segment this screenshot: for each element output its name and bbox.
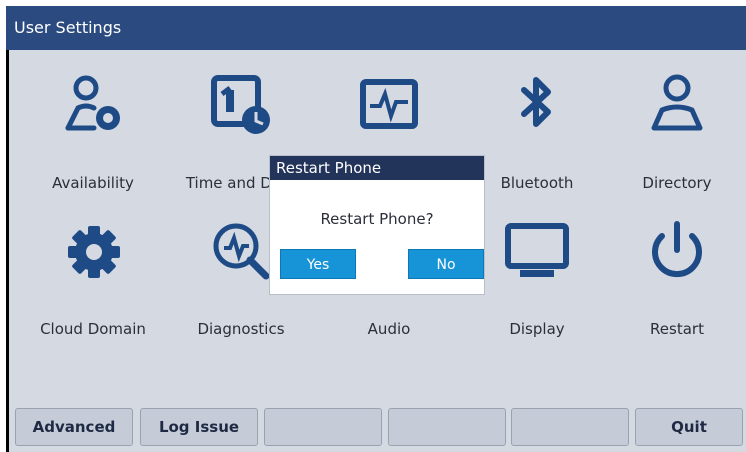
tile-label: Cloud Domain [40, 320, 146, 338]
diagnostics-icon [208, 218, 274, 284]
dialog-title: Restart Phone [270, 156, 484, 180]
tile-bluetooth[interactable]: Bluetooth [463, 50, 611, 200]
no-button[interactable]: No [408, 249, 484, 279]
softkey-advanced[interactable]: Advanced [15, 408, 133, 446]
tile-label: Availability [52, 174, 134, 192]
window-title: User Settings [6, 6, 746, 50]
softkey-log-issue[interactable]: Log Issue [140, 408, 258, 446]
tile-cloud-domain[interactable]: Cloud Domain [19, 196, 167, 346]
availability-icon [60, 72, 126, 138]
tile-label: Diagnostics [197, 320, 285, 338]
softkey-bar: Advanced Log Issue Quit [9, 400, 746, 452]
tile-availability[interactable]: Availability [19, 50, 167, 200]
softkey-empty-3[interactable] [264, 408, 382, 446]
tile-restart[interactable]: Restart [603, 196, 746, 346]
gear-icon [60, 218, 126, 284]
restart-dialog: Restart Phone Restart Phone? Yes No [270, 156, 484, 294]
dialog-message: Restart Phone? [320, 210, 434, 228]
tile-label: Bluetooth [500, 174, 574, 192]
pulse-monitor-icon [356, 72, 422, 138]
bluetooth-icon [504, 72, 570, 138]
softkey-quit[interactable]: Quit [635, 408, 743, 446]
tile-label: Display [509, 320, 565, 338]
tile-label: Directory [642, 174, 712, 192]
tile-label: Audio [367, 320, 411, 338]
tile-directory[interactable]: Directory [603, 50, 746, 200]
monitor-icon [504, 218, 570, 284]
calendar-clock-icon [208, 72, 274, 138]
power-icon [644, 218, 710, 284]
tile-label: Restart [650, 320, 704, 338]
person-icon [644, 72, 710, 138]
softkey-empty-4[interactable] [388, 408, 506, 446]
softkey-empty-5[interactable] [511, 408, 629, 446]
yes-button[interactable]: Yes [280, 249, 356, 279]
tile-display[interactable]: Display [463, 196, 611, 346]
